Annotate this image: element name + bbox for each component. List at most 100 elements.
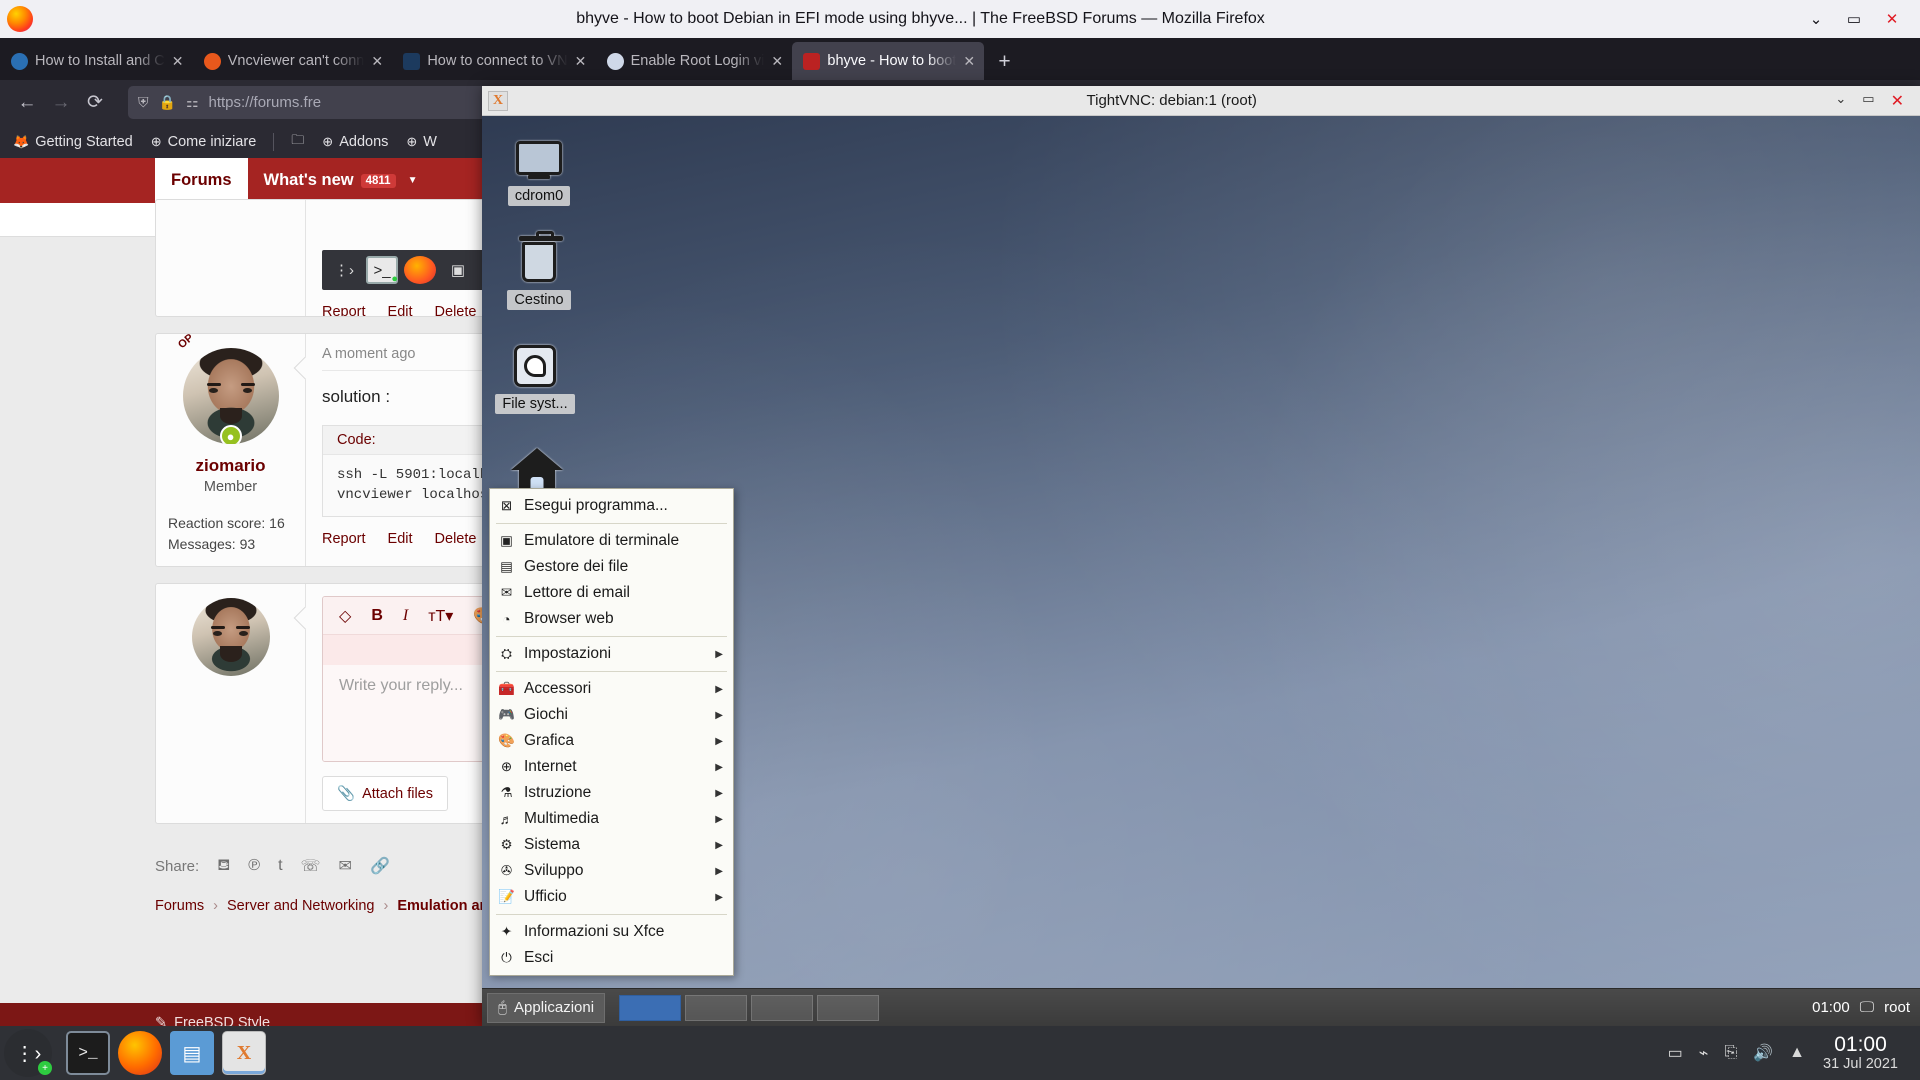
bluetooth-icon[interactable]: ⌁ <box>1699 1043 1709 1063</box>
volume-icon[interactable]: 🔊 <box>1753 1043 1773 1063</box>
menu-item-label: Browser web <box>524 610 614 627</box>
xfce-user-label[interactable]: root <box>1884 999 1910 1016</box>
avatar[interactable]: ● <box>182 348 279 444</box>
italic-icon[interactable]: I <box>403 607 408 625</box>
remove-format-icon[interactable]: ◇ <box>339 606 351 626</box>
menu-item-emulatore-di-terminale[interactable]: ▣ Emulatore di terminale <box>490 528 733 554</box>
tab-close-icon[interactable]: ✕ <box>963 53 975 70</box>
bookmark-folder-icon[interactable]: 🗀 <box>284 128 311 156</box>
desktop-icon-cestino[interactable]: Cestino <box>484 231 594 310</box>
bookmark-come-iniziare[interactable]: ⊕ Come iniziare <box>144 131 264 153</box>
usb-icon[interactable]: ⎘ <box>1724 1044 1737 1062</box>
tab-close-icon[interactable]: ✕ <box>371 53 383 70</box>
new-tab-button[interactable]: + <box>984 50 1024 80</box>
chevron-up-icon[interactable]: ▲ <box>1789 1044 1805 1062</box>
browser-tab-4[interactable]: Enable Root Login vi ✕ <box>596 42 793 80</box>
xfce-desktop[interactable]: cdrom0 Cestino File syst... ⊠ Esegui pro… <box>482 116 1920 1026</box>
menu-item-esci[interactable]: ⏻ Esci <box>490 945 733 971</box>
applications-menu-button[interactable]: 🖰 Applicazioni <box>487 992 606 1023</box>
reddit-icon[interactable]: ⛾ <box>217 856 230 876</box>
email-icon[interactable]: ✉ <box>339 856 352 876</box>
menu-item-impostazioni[interactable]: ⛭ Impostazioni ▶ <box>490 641 733 667</box>
menu-item-gestore-dei-file[interactable]: ▤ Gestore dei file <box>490 554 733 580</box>
whatsapp-icon[interactable]: ☏ <box>301 856 321 876</box>
bookmark-addons[interactable]: ⊕ Addons <box>315 131 395 153</box>
internet-icon: ⊕ <box>500 759 513 774</box>
vnc-minimize-button[interactable]: ⌄ <box>1835 91 1846 111</box>
minimize-button[interactable]: ⌄ <box>1806 10 1826 28</box>
bold-icon[interactable]: B <box>371 607 383 625</box>
display-icon[interactable]: 🖵 <box>1860 999 1874 1016</box>
vnc-close-button[interactable]: ✕ <box>1891 91 1904 111</box>
menu-item-informazioni-su-xfce[interactable]: ✦ Informazioni su Xfce <box>490 919 733 945</box>
task-button[interactable] <box>817 994 880 1021</box>
breadcrumb-current[interactable]: Emulation an <box>397 898 488 914</box>
edit-link[interactable]: Edit <box>388 304 413 316</box>
desktop-icon-cdrom0[interactable]: cdrom0 <box>484 134 594 206</box>
menu-item-accessori[interactable]: 🧰 Accessori ▶ <box>490 676 733 702</box>
taskbar-terminal-icon[interactable]: >_ <box>66 1031 110 1075</box>
forum-tab-forums[interactable]: Forums <box>155 158 248 203</box>
menu-item-lettore-di-email[interactable]: ✉ Lettore di email <box>490 580 733 606</box>
plus-badge-icon: ● <box>391 273 398 285</box>
vnc-titlebar[interactable]: X TightVNC: debian:1 (root) ⌄ ▭ ✕ <box>482 86 1920 116</box>
task-button[interactable] <box>685 994 748 1021</box>
menu-item-sistema[interactable]: ⚙ Sistema ▶ <box>490 832 733 858</box>
vnc-maximize-button[interactable]: ▭ <box>1862 91 1874 111</box>
menu-item-multimedia[interactable]: ♬ Multimedia ▶ <box>490 806 733 832</box>
bookmark-w[interactable]: ⊕ W <box>399 131 444 153</box>
pinterest-icon[interactable]: ℗ <box>248 857 260 875</box>
browser-tab-5-active[interactable]: bhyve - How to boot ✕ <box>792 42 985 80</box>
avatar[interactable] <box>191 598 270 676</box>
browser-tab-3[interactable]: How to connect to VN ✕ <box>392 42 595 80</box>
close-button[interactable]: ✕ <box>1882 10 1902 28</box>
permissions-icon[interactable]: ⚏ <box>186 94 199 111</box>
menu-item-browser-web[interactable]: ◔ Browser web <box>490 606 733 632</box>
chevron-down-icon[interactable]: ▼ <box>408 175 418 186</box>
menu-item-sviluppo[interactable]: ✇ Sviluppo ▶ <box>490 858 733 884</box>
edit-link[interactable]: Edit <box>388 531 413 547</box>
maximize-button[interactable]: ▭ <box>1844 10 1864 28</box>
taskbar-firefox-icon[interactable] <box>118 1031 162 1075</box>
about-xfce-icon: ✦ <box>500 924 513 939</box>
shield-icon[interactable]: ⛨ <box>138 94 149 111</box>
font-size-icon[interactable]: ᴛT▾ <box>428 606 453 626</box>
taskbar-vncviewer-icon[interactable]: X <box>222 1031 266 1075</box>
start-menu-icon[interactable]: ⋮› + <box>4 1029 52 1077</box>
task-button[interactable] <box>619 994 682 1021</box>
report-link[interactable]: Report <box>322 531 366 547</box>
reload-button[interactable]: ⟳ <box>78 86 112 120</box>
back-button[interactable]: ← <box>10 86 44 120</box>
task-button[interactable] <box>751 994 814 1021</box>
menu-item-grafica[interactable]: 🎨 Grafica ▶ <box>490 728 733 754</box>
tab-close-icon[interactable]: ✕ <box>172 53 184 70</box>
tab-close-icon[interactable]: ✕ <box>771 53 783 70</box>
taskbar-file-manager-icon[interactable]: ▤ <box>170 1031 214 1075</box>
author-name[interactable]: ziomario <box>166 456 295 476</box>
desktop-icon-filesystem[interactable]: File syst... <box>482 342 590 414</box>
report-link[interactable]: Report <box>322 304 366 316</box>
forward-button[interactable]: → <box>44 86 78 120</box>
battery-icon[interactable]: ▭ <box>1668 1043 1683 1063</box>
menu-item-giochi[interactable]: 🎮 Giochi ▶ <box>490 702 733 728</box>
forum-tab-whats-new[interactable]: What's new 4811 ▼ <box>248 158 434 203</box>
tumblr-icon[interactable]: t <box>278 857 282 875</box>
bookmark-getting-started[interactable]: 🦊 Getting Started <box>6 131 140 153</box>
vnc-window-title: TightVNC: debian:1 (root) <box>1086 92 1257 109</box>
tab-close-icon[interactable]: ✕ <box>575 53 587 70</box>
menu-item-esegui-programma[interactable]: ⊠ Esegui programma... <box>490 493 733 519</box>
breadcrumb-forums[interactable]: Forums <box>155 898 204 914</box>
attach-files-button[interactable]: 📎 Attach files <box>322 776 448 811</box>
browser-tab-2[interactable]: Vncviewer can't conn ✕ <box>193 42 393 80</box>
lock-icon[interactable]: 🔒 <box>159 94 176 111</box>
breadcrumb-server-networking[interactable]: Server and Networking <box>227 898 375 914</box>
menu-item-ufficio[interactable]: 📝 Ufficio ▶ <box>490 884 733 910</box>
delete-link[interactable]: Delete <box>435 304 477 316</box>
link-icon[interactable]: 🔗 <box>370 856 390 876</box>
browser-tab-1[interactable]: How to Install and C ✕ <box>0 42 193 80</box>
taskbar-clock[interactable]: 01:00 31 Jul 2021 <box>1823 1033 1920 1072</box>
menu-item-istruzione[interactable]: ⚗ Istruzione ▶ <box>490 780 733 806</box>
menu-item-label: Ufficio <box>524 888 567 905</box>
menu-item-internet[interactable]: ⊕ Internet ▶ <box>490 754 733 780</box>
delete-link[interactable]: Delete <box>435 531 477 547</box>
